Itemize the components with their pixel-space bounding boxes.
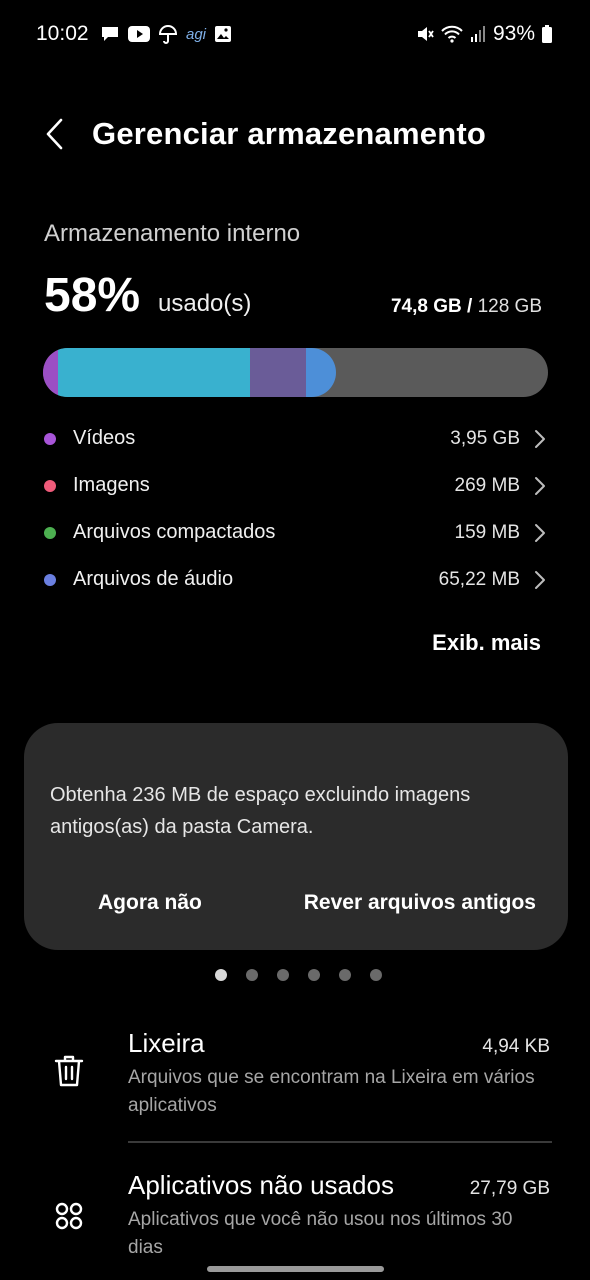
category-color-dot	[44, 573, 56, 586]
chevron-left-icon	[46, 118, 63, 150]
home-indicator	[207, 1266, 384, 1272]
trash-title: Lixeira	[128, 1028, 205, 1058]
review-old-files-button[interactable]: Rever arquivos antigos	[304, 891, 536, 915]
category-color-dot	[44, 479, 56, 492]
category-name: Arquivos compactados	[73, 521, 276, 543]
category-size: 3,95 GB	[450, 427, 520, 449]
status-time: 10:02	[36, 22, 89, 45]
unused-apps-size: 27,79 GB	[469, 1178, 550, 1199]
used-size: 74,8 GB / 128 GB	[391, 296, 542, 318]
battery-icon	[542, 25, 552, 43]
unused-apps-description: Aplicativos que você não usou nos último…	[128, 1209, 513, 1258]
youtube-icon	[128, 26, 150, 42]
pager-dot[interactable]	[369, 969, 382, 981]
back-button[interactable]	[34, 114, 74, 154]
pager-dot[interactable]	[307, 969, 320, 981]
category-row[interactable]: Imagens 269 MB	[44, 462, 548, 509]
bar-segment-compactados	[250, 348, 306, 397]
not-now-button[interactable]: Agora não	[98, 891, 202, 915]
gallery-icon	[214, 25, 232, 43]
used-amount: 74,8 GB	[390, 296, 462, 317]
apps-icon	[50, 1197, 88, 1235]
bar-segment-imagens	[58, 348, 251, 397]
category-color-dot	[44, 432, 56, 445]
category-color-dot	[44, 526, 56, 539]
category-row[interactable]: Vídeos 3,95 GB	[44, 415, 548, 462]
signal-icon	[470, 25, 486, 43]
status-right: 93%	[416, 22, 552, 46]
agi-text-icon: agi	[186, 25, 207, 43]
total-amount: 128 GB	[477, 296, 542, 317]
category-list: Vídeos 3,95 GB Imagens 269 MB Arquivos compa…	[44, 415, 548, 603]
trash-item[interactable]: Lixeira 4,94 KB Arquivos que se encontra…	[0, 1020, 590, 1130]
category-row[interactable]: Arquivos de áudio 65,22 MB	[44, 556, 548, 603]
trash-description: Arquivos que se encontram na Lixeira em …	[128, 1067, 535, 1116]
page-title: Gerenciar armazenamento	[92, 116, 486, 151]
category-name: Vídeos	[73, 427, 136, 449]
battery-percent: 93%	[492, 22, 535, 45]
category-size: 269 MB	[454, 474, 520, 496]
percent-used: 58%	[44, 269, 141, 322]
suggestion-pager	[0, 969, 590, 981]
category-size: 65,22 MB	[438, 568, 520, 590]
internal-storage-label: Armazenamento interno	[44, 220, 301, 247]
mute-icon	[416, 25, 434, 43]
umbrella-icon	[158, 24, 178, 44]
suggestion-card: Obtenha 236 MB de espaço excluindo image…	[24, 723, 568, 950]
unused-apps-title: Aplicativos não usados	[128, 1170, 394, 1200]
size-separator: /	[461, 296, 478, 317]
pager-dot[interactable]	[276, 969, 289, 981]
category-row[interactable]: Arquivos compactados 159 MB	[44, 509, 548, 556]
suggestion-text: Obtenha 236 MB de espaço excluindo image…	[50, 784, 471, 838]
chevron-right-icon	[534, 570, 548, 590]
trash-icon	[50, 1052, 88, 1090]
app-bar: Gerenciar armazenamento	[0, 100, 590, 170]
bar-segment-audio	[305, 348, 336, 397]
chat-icon	[100, 25, 120, 43]
pager-dot[interactable]	[214, 969, 227, 981]
status-bar: 10:02 agi 93%	[0, 0, 590, 70]
wifi-icon	[441, 25, 463, 43]
category-name: Arquivos de áudio	[73, 568, 234, 590]
usage-summary: 58% usado(s) 74,8 GB / 128 GB	[44, 268, 542, 328]
category-size: 159 MB	[454, 521, 520, 543]
chevron-right-icon	[534, 523, 548, 543]
see-more-button[interactable]: Exib. mais	[432, 630, 541, 656]
used-label: usado(s)	[158, 290, 252, 317]
trash-size: 4,94 KB	[482, 1036, 550, 1057]
bar-segment-videos	[43, 348, 59, 397]
pager-dot[interactable]	[338, 969, 351, 981]
unused-apps-item[interactable]: Aplicativos não usados 27,79 GB Aplicati…	[0, 1162, 590, 1272]
storage-usage-bar	[43, 348, 548, 397]
notification-icons: agi	[100, 24, 232, 44]
chevron-right-icon	[534, 476, 548, 496]
chevron-right-icon	[534, 429, 548, 449]
divider	[128, 1141, 552, 1143]
category-name: Imagens	[73, 474, 150, 496]
pager-dot[interactable]	[245, 969, 258, 981]
